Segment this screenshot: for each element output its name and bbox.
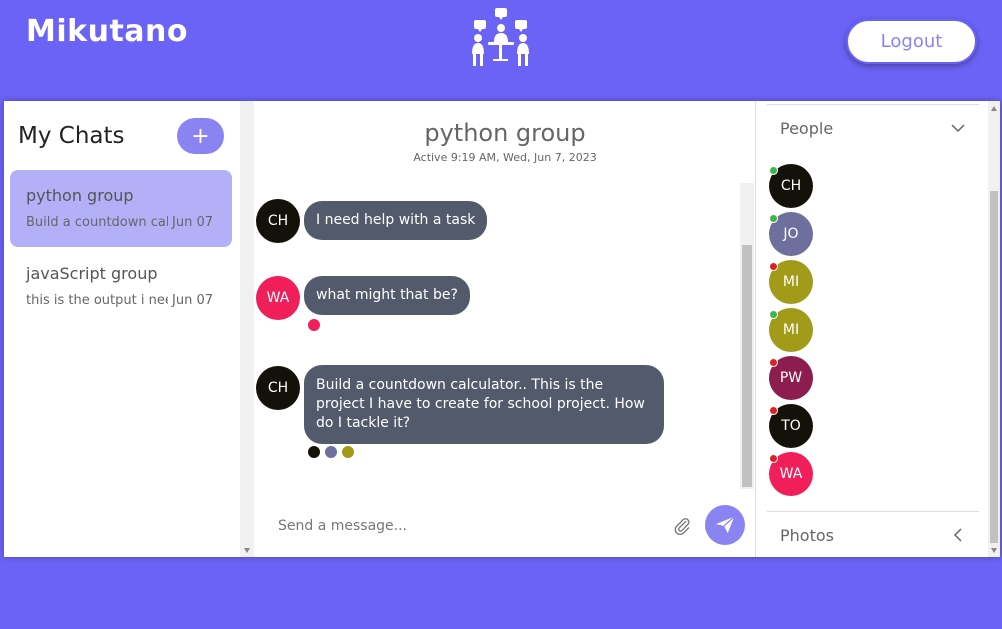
scroll-down-arrow-icon[interactable] bbox=[991, 548, 997, 553]
member-avatar[interactable]: JO bbox=[769, 212, 813, 256]
member-avatar[interactable]: MI bbox=[769, 308, 813, 352]
member-avatar[interactable]: WA bbox=[769, 452, 813, 496]
chat-name: javaScript group bbox=[26, 264, 158, 283]
member-avatar[interactable]: PW bbox=[769, 356, 813, 400]
chat-name: python group bbox=[26, 186, 134, 205]
member-initials: PW bbox=[779, 370, 803, 386]
read-receipt-avatar bbox=[308, 446, 320, 458]
people-section-label: People bbox=[780, 118, 834, 138]
member-initials: JO bbox=[783, 226, 799, 242]
chats-scrollbar[interactable] bbox=[240, 101, 254, 557]
chat-date: Jun 07 bbox=[172, 215, 213, 230]
member-initials: WA bbox=[779, 466, 803, 482]
meeting-icon bbox=[472, 8, 529, 66]
member-avatar[interactable]: TO bbox=[769, 404, 813, 448]
photos-section-toggle[interactable]: Photos bbox=[767, 512, 979, 558]
offline-status-dot bbox=[769, 262, 778, 271]
chat-item-python-group[interactable]: python group Build a countdown calculato… bbox=[10, 170, 232, 247]
online-status-dot bbox=[769, 214, 778, 223]
message-bubble: what might that be? bbox=[304, 276, 470, 315]
message-input[interactable] bbox=[278, 518, 658, 534]
offline-status-dot bbox=[769, 454, 778, 463]
photos-section-label: Photos bbox=[780, 525, 834, 545]
people-pane: People CH JO MI MI PW TO WA Photos bbox=[756, 101, 1000, 557]
conversation-title: python group bbox=[424, 119, 586, 147]
send-button[interactable] bbox=[705, 505, 745, 545]
message-avatar[interactable]: WA bbox=[256, 276, 300, 320]
member-initials: TO bbox=[781, 418, 801, 434]
message-bubble: I need help with a task bbox=[304, 201, 488, 240]
online-status-dot bbox=[769, 310, 778, 319]
offline-status-dot bbox=[769, 358, 778, 367]
scroll-up-arrow-icon[interactable] bbox=[991, 106, 997, 111]
chevron-down-icon bbox=[951, 124, 965, 133]
member-initials: CH bbox=[780, 178, 802, 194]
member-initials: MI bbox=[782, 274, 800, 290]
new-group-button[interactable]: + bbox=[177, 118, 224, 154]
conversation-pane: python group Active 9:19 AM, Wed, Jun 7,… bbox=[254, 101, 756, 557]
member-avatar[interactable]: CH bbox=[769, 164, 813, 208]
chats-sidebar: My Chats + python group Build a countdow… bbox=[4, 101, 254, 557]
people-section-toggle[interactable]: People bbox=[767, 105, 979, 151]
offline-status-dot bbox=[769, 406, 778, 415]
messages-scrollbar[interactable] bbox=[740, 183, 754, 489]
chat-date: Jun 07 bbox=[172, 293, 213, 308]
messages-scroll-thumb[interactable] bbox=[742, 245, 752, 487]
message-avatar[interactable]: CH bbox=[256, 199, 300, 243]
chat-preview: Build a countdown calculator.. This is t… bbox=[26, 215, 168, 230]
chat-preview: this is the output i need bbox=[26, 293, 168, 308]
logout-button[interactable]: Logout bbox=[846, 19, 977, 64]
message-bubble: Build a countdown calculator.. This is t… bbox=[304, 365, 664, 444]
online-status-dot bbox=[769, 166, 778, 175]
conversation-subtitle: Active 9:19 AM, Wed, Jun 7, 2023 bbox=[413, 151, 597, 164]
chat-panel: My Chats + python group Build a countdow… bbox=[4, 101, 1000, 557]
member-avatar[interactable]: MI bbox=[769, 260, 813, 304]
paperclip-icon[interactable] bbox=[672, 515, 692, 537]
brand-title: Mikutano bbox=[26, 14, 188, 49]
chats-title: My Chats bbox=[18, 123, 125, 149]
read-receipt-avatar bbox=[325, 446, 337, 458]
chevron-left-icon bbox=[953, 528, 962, 542]
chat-item-javascript-group[interactable]: javaScript group this is the output i ne… bbox=[10, 248, 232, 325]
scroll-down-arrow-icon[interactable] bbox=[244, 548, 250, 553]
message-avatar[interactable]: CH bbox=[256, 366, 300, 410]
read-receipt-avatar bbox=[342, 446, 354, 458]
read-receipt-avatar bbox=[308, 319, 320, 331]
people-scroll-thumb[interactable] bbox=[990, 191, 998, 543]
member-initials: MI bbox=[782, 322, 800, 338]
people-scrollbar[interactable] bbox=[988, 101, 1000, 557]
send-icon bbox=[715, 516, 735, 534]
